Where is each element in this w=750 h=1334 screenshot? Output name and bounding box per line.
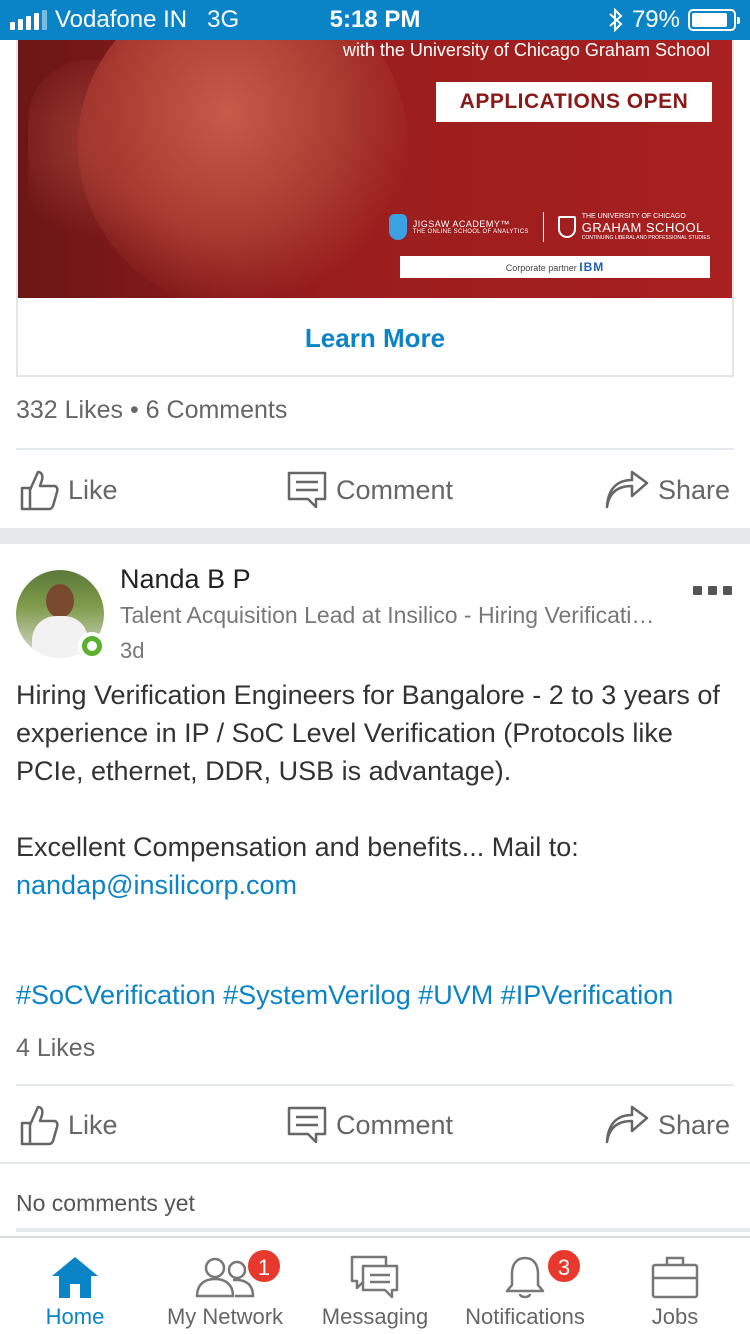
post-actions: Like Comment Share [0,450,750,530]
logo-divider [542,212,544,242]
nav-home[interactable]: Home [0,1238,150,1334]
post-social-counts[interactable]: 332 Likes • 6 Comments [16,396,287,425]
nav-messaging-label: Messaging [321,1304,429,1329]
bottom-navigation: Home 1 My Network Messaging 3 Notificati… [0,1236,750,1334]
avatar-head [46,584,74,618]
share-label: Share [658,474,731,505]
ad-tagline: with the University of Chicago Graham Sc… [342,40,710,60]
learn-more-button[interactable]: Learn More [18,298,732,375]
ad-partner-bar: Corporate partner IBM [400,256,710,278]
ad-applications-open-badge: APPLICATIONS OPEN [436,82,712,122]
jigsaw-sub: THE ONLINE SCHOOL OF ANALYTICS [412,229,529,235]
post-paragraph-1: Hiring Verification Engineers for Bangal… [16,680,720,786]
bluetooth-icon [609,8,623,32]
like-button[interactable]: Like [18,1085,118,1165]
divider [16,1228,750,1232]
like-icon [20,470,59,511]
post-likes-count[interactable]: 4 Likes [16,1034,95,1063]
post-actions: Like Comment Share [0,1085,750,1165]
ibm-logo: IBM [579,260,605,274]
jigsaw-name: JIGSAW ACADEMY™ [412,219,510,229]
author-headline: Talent Acquisition Lead at Insilico - Hi… [120,602,665,628]
nav-my-network-label: My Network [166,1304,284,1329]
like-button[interactable]: Like [18,450,118,530]
divider [0,1162,750,1164]
jigsaw-mark-icon [388,214,407,240]
post-timestamp: 3d [120,638,145,663]
network-badge: 1 [246,1248,282,1284]
status-right: 79% [608,6,740,34]
share-label: Share [658,1109,731,1140]
nav-jobs-label: Jobs [651,1304,699,1329]
sponsored-ad-card[interactable]: with the University of Chicago Graham Sc… [16,40,734,377]
nav-notifications[interactable]: 3 Notifications [450,1238,600,1334]
uchicago-line3: CONTINUING LIBERAL AND PROFESSIONAL STUD… [581,235,710,241]
battery-icon [688,9,740,31]
nav-home-label: Home [45,1304,105,1329]
feed-separator [0,528,750,544]
no-comments-text: No comments yet [16,1190,195,1216]
home-icon [52,1257,98,1298]
online-status-indicator [78,632,106,660]
ad-banner-image[interactable]: with the University of Chicago Graham Sc… [18,40,732,298]
bell-icon [505,1256,545,1299]
share-icon [605,470,649,509]
post-hashtags[interactable]: #SoCVerification #SystemVerilog #UVM #IP… [16,980,673,1011]
messaging-icon [350,1255,399,1299]
share-button[interactable]: Share [604,1085,730,1165]
jigsaw-academy-logo: JIGSAW ACADEMY™ THE ONLINE SCHOOL OF ANA… [388,214,529,240]
comment-icon [287,471,327,509]
like-label: Like [68,474,118,505]
battery-percent: 79% [631,6,680,33]
email-link[interactable]: nandap@insilicorp.com [16,866,734,904]
uchicago-line1: THE UNIVERSITY OF CHICAGO [581,213,686,220]
comment-label: Comment [336,1109,454,1140]
nav-my-network[interactable]: 1 My Network [150,1238,300,1334]
comment-button[interactable]: Comment [286,1085,453,1165]
share-button[interactable]: Share [604,450,730,530]
comment-button[interactable]: Comment [286,450,453,530]
share-icon [605,1105,649,1144]
uchicago-crest-icon [557,216,576,238]
more-options-icon[interactable] [693,586,732,595]
author-name[interactable]: Nanda B P [120,564,251,595]
like-icon [20,1105,59,1146]
comment-icon [287,1106,327,1144]
like-label: Like [68,1109,118,1140]
status-bar: Vodafone IN 3G 5:18 PM 79% [0,0,750,40]
comment-label: Comment [336,474,454,505]
uchicago-logo: THE UNIVERSITY OF CHICAGO GRAHAM SCHOOL … [557,213,710,241]
post-paragraph-2: Excellent Compensation and benefits... M… [16,832,579,862]
nav-messaging[interactable]: Messaging [300,1238,450,1334]
uchicago-line2: GRAHAM SCHOOL [581,220,704,235]
post-body: Hiring Verification Engineers for Bangal… [16,676,734,904]
briefcase-icon [651,1256,699,1299]
notifications-badge: 3 [546,1248,582,1284]
ad-person-shape [78,40,408,298]
ad-logos: JIGSAW ACADEMY™ THE ONLINE SCHOOL OF ANA… [388,212,710,242]
partner-label: Corporate partner [505,263,577,273]
nav-notifications-label: Notifications [465,1304,585,1329]
nav-jobs[interactable]: Jobs [600,1238,750,1334]
